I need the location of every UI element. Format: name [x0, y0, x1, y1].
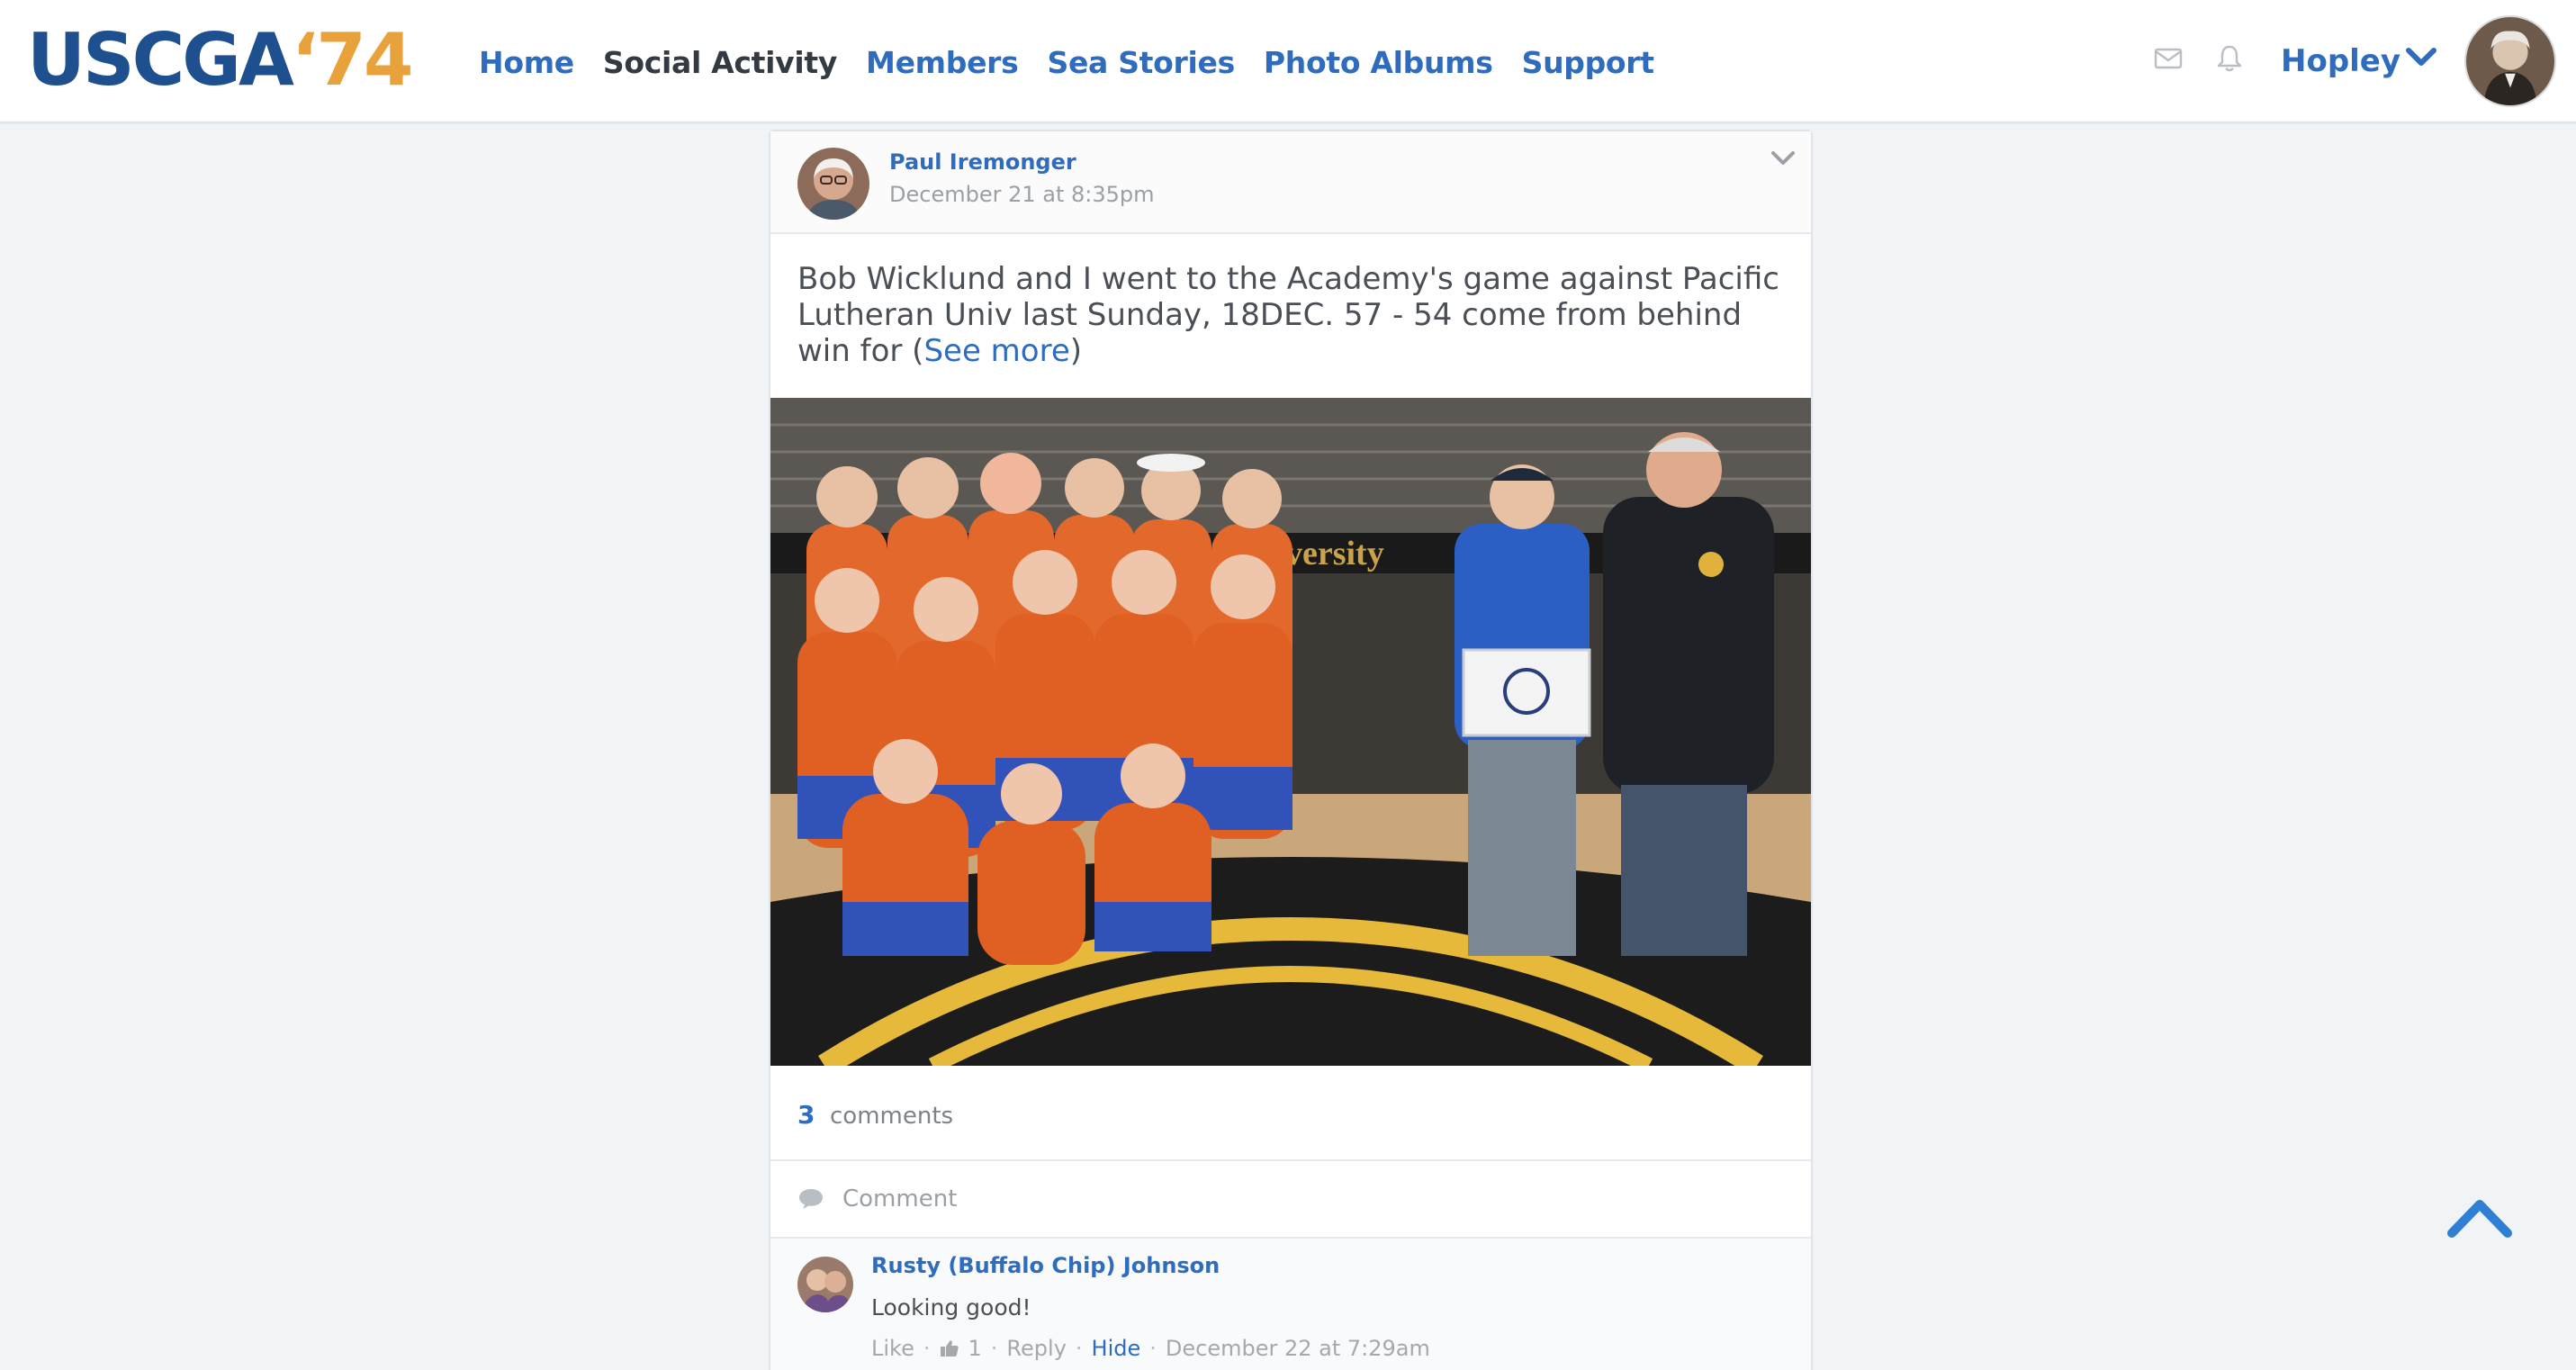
comments-count-label: comments [830, 1103, 954, 1130]
bell-icon[interactable] [2214, 43, 2245, 74]
logo-text-year: ‘74 [291, 18, 414, 102]
site-logo[interactable]: USCGA‘74 [27, 18, 414, 102]
separator-dot: · [1075, 1336, 1083, 1361]
comment-timestamp[interactable]: December 22 at 7:29am [1166, 1336, 1430, 1361]
post-timestamp[interactable]: December 21 at 8:35pm [889, 182, 1155, 207]
comment-text: Looking good! [871, 1294, 1031, 1320]
nav-home[interactable]: Home [479, 45, 574, 80]
nav-social-activity[interactable]: Social Activity [603, 45, 837, 80]
chevron-down-icon[interactable] [2405, 45, 2437, 70]
speech-bubble-icon [799, 1189, 823, 1209]
top-navigation-bar: USCGA‘74 Home Social Activity Members Se… [0, 0, 2576, 123]
logo-text-uscga: USCGA [27, 18, 294, 102]
nav-sea-stories[interactable]: Sea Stories [1047, 45, 1235, 80]
comments-count[interactable]: 3 comments [797, 1100, 953, 1130]
comment-input-bar[interactable]: Comment [770, 1161, 1811, 1237]
post-card: Paul Iremonger December 21 at 8:35pm Bob… [769, 130, 1813, 1370]
comments-list: Rusty (Buffalo Chip) Johnson Looking goo… [770, 1239, 1811, 1370]
post-options-chevron-icon[interactable] [1770, 148, 1797, 169]
comment-author-name[interactable]: Rusty (Buffalo Chip) Johnson [871, 1253, 1220, 1278]
user-avatar[interactable] [2464, 15, 2556, 107]
post-body-text: Bob Wicklund and I went to the Academy's… [797, 261, 1788, 369]
comment-like-count: 1 [968, 1336, 982, 1361]
comment-reply-link[interactable]: Reply [1006, 1336, 1066, 1361]
comments-count-number: 3 [797, 1100, 815, 1130]
nav-support[interactable]: Support [1522, 45, 1654, 80]
separator-dot: · [923, 1336, 931, 1361]
comment-hide-link[interactable]: Hide [1092, 1336, 1141, 1361]
thumbs-up-icon [940, 1340, 959, 1356]
post-header: Paul Iremonger December 21 at 8:35pm [770, 131, 1811, 234]
comment-placeholder[interactable]: Comment [842, 1185, 957, 1212]
nav-photo-albums[interactable]: Photo Albums [1264, 45, 1493, 80]
author-avatar[interactable] [797, 148, 869, 220]
scroll-to-top-chevron-icon[interactable] [2446, 1197, 2513, 1239]
see-more-link[interactable]: See more [923, 333, 1069, 369]
commenter-avatar[interactable] [797, 1257, 853, 1312]
nav-members[interactable]: Members [866, 45, 1019, 80]
post-author-name[interactable]: Paul Iremonger [889, 149, 1076, 175]
post-photo[interactable]: The University [770, 398, 1811, 1066]
comment-like-link[interactable]: Like [871, 1336, 914, 1361]
post-text-close: ) [1069, 333, 1082, 369]
separator-dot: · [1149, 1336, 1157, 1361]
user-menu-name[interactable]: Hopley [2281, 43, 2400, 79]
separator-dot: · [990, 1336, 998, 1361]
main-nav: Home Social Activity Members Sea Stories… [479, 40, 1654, 85]
comment-actions: Like · 1 · Reply · Hide · December 22 at… [871, 1336, 1430, 1361]
mail-icon[interactable] [2153, 43, 2184, 74]
